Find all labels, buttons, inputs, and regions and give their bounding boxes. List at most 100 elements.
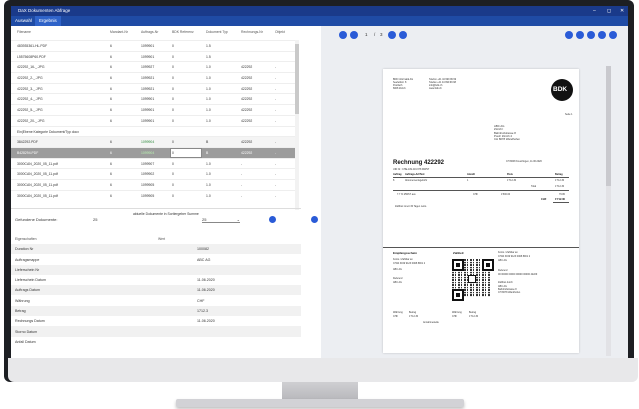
cell-doc-type: 1.0	[206, 65, 211, 70]
prop-col-name: Eigenschaften	[15, 237, 37, 241]
maximize-button[interactable]: ◻	[607, 6, 611, 16]
col-dokument-typ[interactable]: Dokument Typ	[206, 30, 228, 34]
cell-objekt: -	[275, 182, 277, 187]
viewer-scrollbar[interactable]	[606, 66, 611, 356]
cell-mandant: 6	[110, 140, 112, 145]
table-row[interactable]: Ein|Ebene Kategorie Dokument/Typ docx	[11, 125, 295, 137]
property-row[interactable]: Rechnungs Datum 11.06.2020	[11, 316, 301, 326]
property-row[interactable]: Duration Nr 100082	[11, 244, 301, 255]
cell-filename: 3000CAN_2020_05_11.pdf	[17, 182, 58, 187]
cell-auftrag: 1099927	[141, 65, 155, 70]
cell-objekt: -	[275, 150, 277, 155]
property-row[interactable]: Storno Datum	[11, 326, 301, 337]
cell-rechnungs-nr: -	[241, 161, 243, 166]
table-row[interactable]: 3842292.PDF 6 1099904 0 B 422292 -	[11, 136, 295, 147]
receipt-currency: CHF	[393, 315, 398, 318]
cell-filename: 422292_16-_.JPG	[17, 65, 45, 70]
fit-width-button[interactable]	[587, 31, 595, 39]
close-button[interactable]: ✕	[620, 6, 624, 16]
invoice-line-cell: 8	[393, 179, 395, 182]
table-row[interactable]: B428294.PDF 6 1099904 0 B 422292 -	[11, 146, 295, 159]
minimize-button[interactable]: –	[593, 6, 596, 16]
table-row[interactable]: 3000CAN_2020_05_11.pdf 6 1099907 0 1.0 - -	[11, 157, 295, 169]
monitor-stand-neck	[282, 382, 358, 399]
sum-select-value: 25	[202, 217, 207, 222]
col-bdk-referenz[interactable]: BDK Referenz	[172, 30, 194, 34]
tab-auswahl[interactable]: Auswahl	[11, 16, 36, 26]
title-bar: DaX Dokumenten Abfrage – ◻ ✕	[11, 6, 628, 16]
property-row[interactable]: Betrag 1712.3	[11, 305, 301, 317]
slip-amount: 1'712.30	[469, 315, 479, 318]
col-filename[interactable]: Filename	[17, 30, 31, 34]
property-row[interactable]: Währung CHF	[11, 295, 301, 305]
table-row[interactable]: 422292_2-_.JPG 6 1099921 0 1.0 422292 -	[11, 72, 295, 83]
table-row[interactable]: 422292_16-_.JPG 6 1099927 0 1.0 422292 -	[11, 61, 295, 72]
slip-iban: CH44 3199 9123 0008 8901 2	[498, 255, 531, 258]
table-row[interactable]: 422292_5-_.JPG 6 1099901 0 1.0 422292 -	[11, 104, 295, 115]
table-row[interactable]: L5575608P60.PDF 6 1099901 0 1.5	[11, 50, 295, 62]
property-row[interactable]: Lieferschein Datum 11.06.2020	[11, 275, 301, 285]
table-row[interactable]: 422292_20-_.JPG 6 1099901 0 1.0 422292 -	[11, 114, 295, 126]
col-auftrag[interactable]: Auftrags-Nr	[141, 30, 158, 34]
cell-rechnungs-nr: 422292	[241, 97, 253, 102]
property-row[interactable]: Auftrags Datum 11.06.2020	[11, 285, 301, 296]
cell-mandant: 6	[110, 193, 112, 198]
cell-doc-type: B	[206, 140, 209, 145]
viewer-scrollbar-thumb[interactable]	[606, 66, 611, 186]
property-value: 11.06.2020	[197, 288, 215, 293]
prev-page-button[interactable]	[350, 31, 358, 39]
first-page-button[interactable]	[339, 31, 347, 39]
zoom-out-button[interactable]	[565, 31, 573, 39]
results-table-body: 483935361-HL.PDF 6 1099901 0 1.5 L5575608P60.…	[11, 40, 295, 200]
property-value: 11.06.2020	[197, 319, 215, 324]
cell-auftrag: 1099901	[141, 44, 155, 48]
table-row[interactable]: 3000CAN_2020_05_11.pdf 6 1099905 0 1.0 - -	[11, 178, 295, 190]
cell-auftrag: 1099901	[141, 118, 155, 123]
results-scrollbar[interactable]	[295, 40, 299, 210]
rotate-button[interactable]	[598, 31, 606, 39]
print-button[interactable]	[609, 31, 617, 39]
tax-currency: CHF	[473, 193, 478, 196]
receipt-payer: ABC AG	[393, 281, 402, 284]
property-row[interactable]: Anfall Datum	[11, 337, 301, 347]
qr-finder-icon	[452, 289, 464, 301]
property-value: 11.06.2020	[197, 278, 215, 283]
zoom-in-button[interactable]	[576, 31, 584, 39]
invoice-column-header: Betrag	[555, 173, 563, 176]
table-row[interactable]: 422292_3-_.JPG 6 1099921 0 1.0 422292 -	[11, 82, 295, 94]
invoice-column-header: Preis	[507, 173, 513, 176]
sum-select[interactable]: 25 ⌄	[202, 217, 240, 223]
table-row[interactable]: 3000CAN_2020_05_11.pdf 6 1099905 0 1.0 - -	[11, 189, 295, 201]
cell-mandant: 6	[110, 108, 112, 113]
page-current[interactable]: 1	[365, 32, 368, 37]
property-name: Duration Nr	[15, 247, 34, 252]
subtotal-label: Total	[531, 185, 537, 188]
cell-objekt: -	[275, 118, 277, 123]
table-row[interactable]: 422292_4-_.JPG 6 1099901 0 1.0 422292 -	[11, 93, 295, 104]
property-row[interactable]: Lieferschein Nr	[11, 264, 301, 275]
cell-bdk-ref: 0	[172, 65, 174, 70]
property-name: Betrag	[15, 309, 26, 314]
cell-rechnungs-nr: 422292	[241, 150, 253, 155]
col-mandant[interactable]: Mandant-Nr	[110, 30, 128, 34]
cell-mandant: 6	[110, 172, 112, 177]
prop-col-value: Wert	[158, 237, 166, 241]
last-page-button[interactable]	[399, 31, 407, 39]
scrollbar-thumb[interactable]	[295, 44, 299, 114]
col-rechnungs-nr[interactable]: Rechnungs-Nr	[241, 30, 263, 34]
col-objekt[interactable]: Objekt	[275, 30, 285, 34]
invoice-column-header: Anzahl	[467, 173, 475, 176]
export-icon[interactable]	[311, 216, 318, 223]
cell-filename: 422292_5-_.JPG	[17, 108, 43, 113]
cell-bdk-ref: 0	[172, 76, 174, 81]
table-row[interactable]: 3000CAN_2020_05_11.pdf 6 1099902 0 1.0 - -	[11, 168, 295, 179]
refresh-icon[interactable]	[269, 216, 276, 223]
receipt-iban: CH44 3199 9123 0008 8901 2	[393, 262, 426, 265]
cell-doc-type: 1.5	[206, 54, 211, 59]
cell-mandant: 6	[110, 65, 112, 70]
next-page-button[interactable]	[388, 31, 396, 39]
cell-objekt: -	[275, 140, 277, 145]
table-row[interactable]: 483935361-HL.PDF 6 1099901 0 1.5	[11, 40, 295, 51]
cell-doc-type: 1.0	[206, 161, 211, 166]
property-row[interactable]: Auftragsmappe ABC AG	[11, 254, 301, 264]
